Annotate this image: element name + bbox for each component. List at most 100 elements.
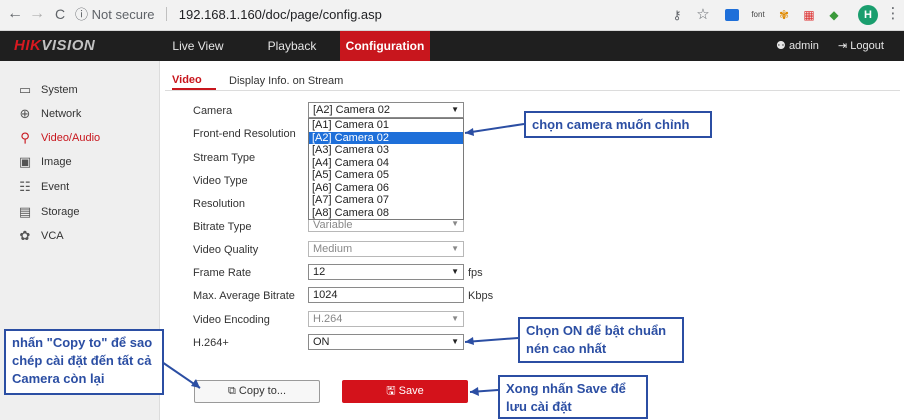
video-quality-value: Medium	[313, 243, 353, 255]
sidebar-item-video-audio[interactable]: ⚲ Video/Audio	[0, 126, 160, 150]
storage-icon: ▤	[18, 204, 32, 219]
h264plus-label: H.264+	[193, 337, 229, 349]
back-icon[interactable]: ←	[6, 5, 24, 23]
nav-configuration[interactable]: Configuration	[340, 31, 430, 61]
max-bitrate-unit: Kbps	[468, 290, 494, 302]
chevron-down-icon: ▼	[451, 105, 459, 114]
logout-button[interactable]: ⇥ Logout	[838, 31, 884, 61]
video-encoding-select[interactable]: H.264 ▼	[308, 311, 464, 327]
arrowhead-icon	[470, 387, 479, 396]
video-audio-icon: ⚲	[20, 130, 30, 145]
camera-option[interactable]: [A6] Camera 06	[309, 182, 463, 195]
chevron-down-icon: ▼	[451, 337, 459, 346]
copy-icon: ⧉	[228, 385, 236, 397]
extension-font-icon[interactable]: font	[748, 7, 768, 23]
bitrate-type-label: Bitrate Type	[193, 221, 252, 233]
key-icon[interactable]: ⚷	[668, 7, 686, 23]
callout-text: Xong nhấn Save để	[506, 381, 626, 396]
bookmark-star-icon[interactable]: ☆	[694, 7, 712, 23]
h264plus-select[interactable]: ON ▼	[308, 334, 464, 350]
sidebar-item-event[interactable]: ☷ Event	[0, 175, 160, 199]
extension-flower-icon[interactable]: ✾	[775, 7, 793, 23]
camera-select[interactable]: [A2] Camera 02 ▼	[308, 102, 464, 118]
sidebar-item-system[interactable]: ▭ System	[0, 78, 160, 102]
chevron-down-icon: ▼	[451, 267, 459, 276]
sidebar-item-network[interactable]: ⊕ Network	[0, 102, 160, 126]
sidebar-item-storage[interactable]: ▤ Storage	[0, 200, 160, 224]
camera-option[interactable]: [A4] Camera 04	[309, 157, 463, 170]
nav-live-view[interactable]: Live View	[160, 31, 236, 61]
network-icon: ⊕	[19, 106, 31, 121]
copy-callout: nhấn "Copy to" để sao chép cài đặt đến t…	[4, 329, 164, 395]
video-type-label: Video Type	[193, 175, 248, 187]
chevron-down-icon: ▼	[451, 314, 459, 323]
sidebar-item-vca[interactable]: ✿ VCA	[0, 224, 160, 248]
url-text[interactable]: 192.168.1.160/doc/page/config.asp	[179, 7, 382, 22]
frame-rate-label: Frame Rate	[193, 267, 252, 279]
resolution-label: Resolution	[193, 198, 245, 210]
logout-label: Logout	[850, 40, 884, 52]
save-icon: 🖫	[386, 385, 396, 397]
user-icon: ⚉	[776, 40, 786, 52]
camera-option[interactable]: [A7] Camera 07	[309, 194, 463, 207]
event-icon: ☷	[19, 179, 31, 194]
logo: HIKVISION	[14, 37, 96, 54]
max-average-bitrate-input[interactable]: 1024	[308, 287, 464, 303]
sidebar-item-image[interactable]: ▣ Image	[0, 150, 160, 174]
browser-toolbar: ← → C ⓘ Not secure 192.168.1.160/doc/pag…	[0, 0, 904, 31]
callout-text: Camera còn lại	[12, 371, 105, 386]
callout-text: Chọn ON để bật chuẩn	[526, 323, 667, 338]
forward-icon[interactable]: →	[28, 5, 46, 23]
tab-display-info[interactable]: Display Info. on Stream	[229, 75, 343, 87]
image-icon: ▣	[18, 154, 32, 169]
camera-option[interactable]: [A5] Camera 05	[309, 169, 463, 182]
camera-option-selected[interactable]: [A2] Camera 02	[309, 131, 463, 144]
reload-icon[interactable]: C	[51, 5, 69, 23]
frame-rate-select[interactable]: 12 ▼	[308, 264, 464, 280]
camera-dropdown-list: [A1] Camera 01 [A2] Camera 02 [A3] Camer…	[308, 118, 464, 220]
sidebar-item-label: Event	[41, 181, 70, 193]
system-icon: ▭	[18, 82, 32, 97]
h264plus-value: ON	[313, 336, 330, 348]
arrowhead-icon	[465, 128, 474, 136]
video-encoding-label: Video Encoding	[193, 314, 270, 326]
frame-rate-value: 12	[313, 266, 326, 278]
save-note-arrow	[469, 389, 499, 393]
camera-option[interactable]: [A1] Camera 01	[309, 119, 463, 132]
arrowhead-icon	[465, 337, 474, 345]
bitrate-type-select[interactable]: Variable ▼	[308, 219, 464, 232]
profile-avatar[interactable]: H	[858, 5, 878, 25]
save-label: Save	[398, 385, 424, 397]
save-callout: Xong nhấn Save để lưu cài đặt	[498, 375, 648, 419]
chevron-down-icon: ▼	[451, 244, 459, 253]
sidebar-item-label: Image	[41, 156, 72, 168]
tab-video[interactable]: Video	[172, 74, 202, 86]
menu-icon[interactable]: ⋮	[884, 5, 902, 23]
address-separator	[166, 7, 168, 21]
camera-option[interactable]: [A8] Camera 08	[309, 207, 463, 220]
user-menu[interactable]: ⚉ admin	[776, 31, 819, 61]
security-label: Not secure	[91, 7, 155, 22]
camera-label: Camera	[193, 105, 233, 117]
nav-playback[interactable]: Playback	[256, 31, 328, 61]
save-button[interactable]: 🖫 Save	[342, 380, 468, 403]
extension-leaf-icon[interactable]: ◆	[825, 7, 843, 23]
vca-icon: ✿	[19, 228, 31, 243]
h264-callout: Chọn ON để bật chuẩn nén cao nhất	[518, 317, 684, 363]
callout-text: chép cài đặt đến tất cả	[12, 353, 152, 368]
extension-calendar-icon[interactable]: ▦	[800, 7, 818, 23]
bitrate-type-value: Variable	[313, 219, 353, 231]
chevron-down-icon: ▼	[451, 219, 459, 228]
camera-option[interactable]: [A3] Camera 03	[309, 144, 463, 157]
copy-to-label: Copy to...	[238, 385, 286, 397]
front-end-resolution-label: Front-end Resolution	[193, 128, 296, 140]
extension-blue-icon[interactable]	[725, 9, 739, 21]
address-bar[interactable]: ⓘ Not secure 192.168.1.160/doc/page/conf…	[75, 4, 625, 26]
info-icon[interactable]: ⓘ	[75, 7, 88, 22]
video-quality-select[interactable]: Medium ▼	[308, 241, 464, 257]
sidebar-item-label: Video/Audio	[41, 132, 101, 144]
logout-icon: ⇥	[838, 40, 848, 52]
stream-type-label: Stream Type	[193, 152, 256, 164]
sidebar-item-label: System	[41, 84, 78, 96]
copy-to-button[interactable]: ⧉ Copy to...	[194, 380, 320, 403]
